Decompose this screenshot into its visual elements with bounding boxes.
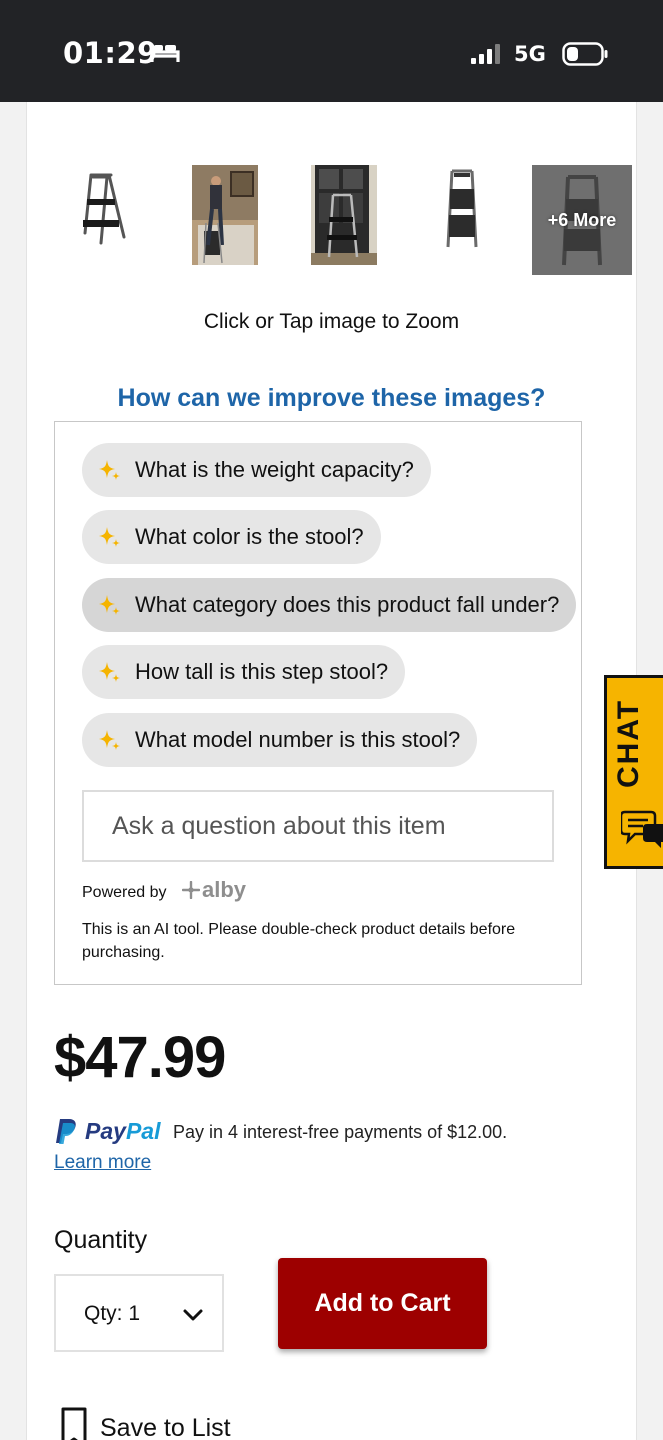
sparkle-icon [99, 460, 120, 480]
suggestion-chip-color[interactable]: What color is the stool? [82, 510, 381, 564]
thumbnail-step-stool-in-use[interactable] [192, 165, 258, 265]
suggestion-text: What is the weight capacity? [135, 457, 414, 482]
save-to-list-label: Save to List [100, 1414, 231, 1440]
suggestion-text: What category does this product fall und… [135, 592, 560, 617]
bookmark-icon [61, 1407, 87, 1440]
quantity-select[interactable]: Qty: 1 [54, 1274, 224, 1352]
alby-mark-icon [182, 881, 200, 899]
suggestion-chip-height[interactable]: How tall is this step stool? [82, 645, 406, 699]
chevron-down-icon [183, 1309, 203, 1321]
chat-bubble-icon [621, 810, 663, 848]
thumbnail-more-images[interactable]: +6 More [532, 165, 632, 275]
sparkle-icon [99, 662, 120, 682]
alby-brand-text: alby [202, 877, 247, 902]
learn-more-link[interactable]: Learn more [54, 1152, 151, 1174]
paypal-icon [56, 1119, 76, 1144]
sparkle-icon [99, 595, 120, 615]
suggestion-text: How tall is this step stool? [135, 659, 389, 684]
signal-bars-icon [471, 44, 500, 64]
improve-images-link[interactable]: How can we improve these images? [27, 384, 636, 413]
suggestion-chip-category[interactable]: What category does this product fall und… [82, 578, 577, 632]
suggestion-chip-model-number[interactable]: What model number is this stool? [82, 713, 478, 767]
paypal-wordmark-pal: Pal [125, 1118, 161, 1144]
paypal-wordmark-pay: Pay [85, 1118, 126, 1144]
ai-question-panel: What is the weight capacity? What color … [54, 421, 582, 985]
thumbnail-step-stool-front[interactable] [79, 165, 129, 245]
suggestion-text: What model number is this stool? [135, 727, 461, 752]
zoom-hint: Click or Tap image to Zoom [203, 310, 460, 333]
sparkle-icon [99, 527, 120, 547]
suggestion-text: What color is the stool? [135, 524, 364, 549]
product-page: +6 More Click or Tap image to Zoom How c… [26, 102, 637, 1440]
chat-tab[interactable]: CHAT [604, 675, 663, 869]
alby-logo[interactable]: alby [182, 877, 246, 903]
chat-label: CHAT [612, 698, 645, 788]
thumbnail-step-stool-side[interactable] [442, 165, 482, 249]
status-time: 01:29 [63, 36, 158, 70]
battery-icon [562, 42, 608, 66]
quantity-label: Quantity [54, 1226, 148, 1254]
suggestion-chip-weight-capacity[interactable]: What is the weight capacity? [82, 443, 431, 497]
add-to-cart-button[interactable]: Add to Cart [278, 1258, 487, 1349]
network-label: 5G [514, 42, 546, 66]
ai-disclaimer: This is an AI tool. Please double-check … [82, 921, 516, 961]
status-bar: 01:29 5G [0, 0, 663, 102]
paypal-installments-text: Pay in 4 interest-free payments of $12.0… [173, 1122, 508, 1142]
more-images-label: +6 More [547, 210, 617, 230]
sleep-bed-icon [150, 45, 180, 62]
sparkle-icon [99, 730, 120, 750]
thumbnail-step-stool-doorway[interactable] [311, 165, 377, 265]
paypal-wordmark: PayPal [85, 1118, 160, 1145]
ask-question-input[interactable] [82, 790, 554, 862]
powered-by-label: Powered by [82, 884, 167, 901]
quantity-value: Qty: 1 [84, 1302, 141, 1325]
product-price: $47.99 [54, 1025, 226, 1090]
